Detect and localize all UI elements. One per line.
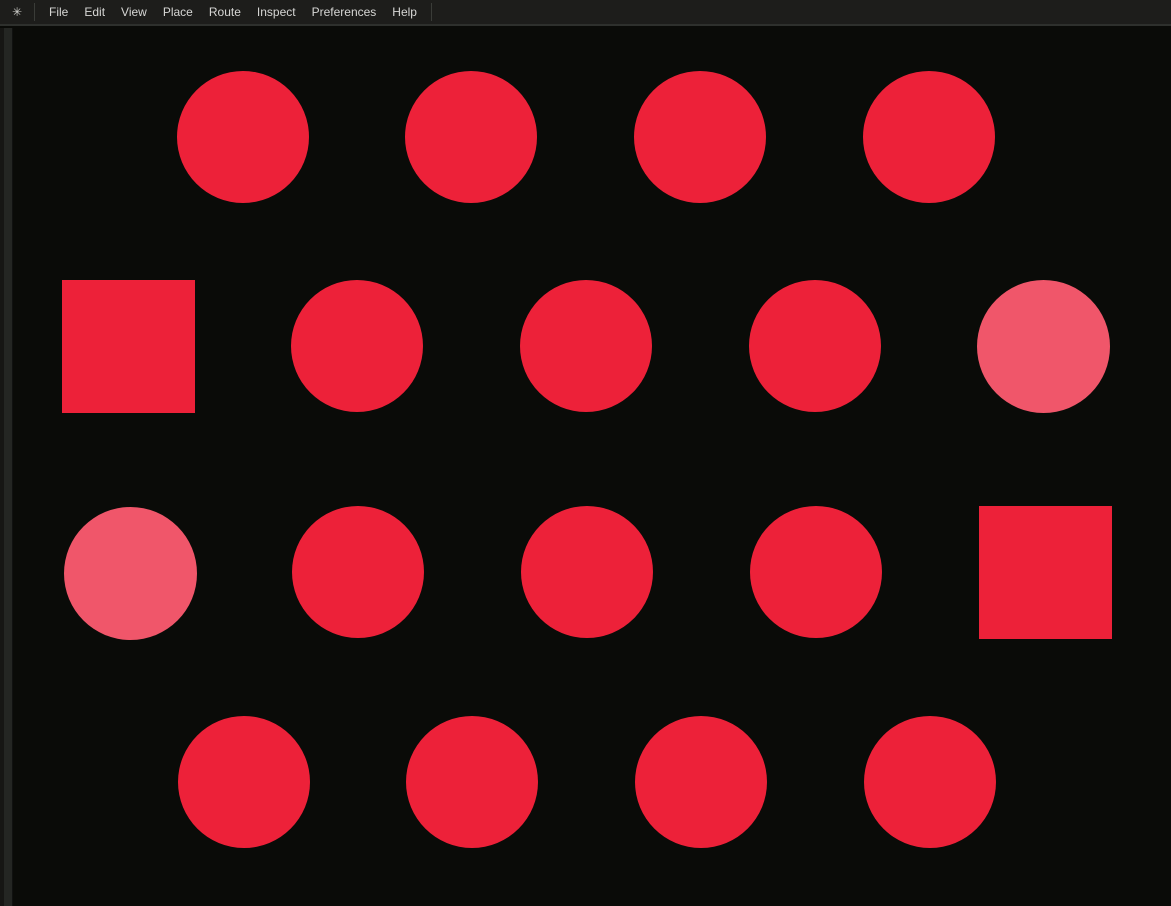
menu-edit[interactable]: Edit — [76, 0, 113, 24]
pad-circle[interactable] — [634, 71, 766, 203]
pad-circle[interactable] — [750, 506, 882, 638]
pad-circle[interactable] — [520, 280, 652, 412]
menubar-separator — [34, 3, 35, 21]
pad-square[interactable] — [62, 280, 195, 413]
menu-place[interactable]: Place — [155, 0, 201, 24]
pad-circle[interactable] — [864, 716, 996, 848]
menu-file[interactable]: File — [41, 0, 76, 24]
left-toolbar-rail — [0, 28, 13, 906]
pad-circle[interactable] — [635, 716, 767, 848]
pad-circle-highlighted[interactable] — [977, 280, 1110, 413]
menu-route[interactable]: Route — [201, 0, 249, 24]
pad-layer — [0, 0, 1171, 906]
menu-preferences[interactable]: Preferences — [304, 0, 385, 24]
pad-circle[interactable] — [749, 280, 881, 412]
pad-circle[interactable] — [405, 71, 537, 203]
menu-help[interactable]: Help — [384, 0, 425, 24]
menubar-separator — [431, 3, 432, 21]
pad-circle[interactable] — [292, 506, 424, 638]
pad-circle[interactable] — [521, 506, 653, 638]
app-star-icon: ✳ — [0, 0, 34, 25]
menu-view[interactable]: View — [113, 0, 155, 24]
pad-circle-highlighted[interactable] — [64, 507, 197, 640]
pad-square[interactable] — [979, 506, 1112, 639]
menubar-items: File Edit View Place Route Inspect Prefe… — [41, 0, 425, 24]
menubar: ✳ File Edit View Place Route Inspect Pre… — [0, 0, 1171, 26]
menu-inspect[interactable]: Inspect — [249, 0, 304, 24]
pad-circle[interactable] — [863, 71, 995, 203]
pad-circle[interactable] — [177, 71, 309, 203]
pad-circle[interactable] — [178, 716, 310, 848]
pad-circle[interactable] — [406, 716, 538, 848]
pad-circle[interactable] — [291, 280, 423, 412]
